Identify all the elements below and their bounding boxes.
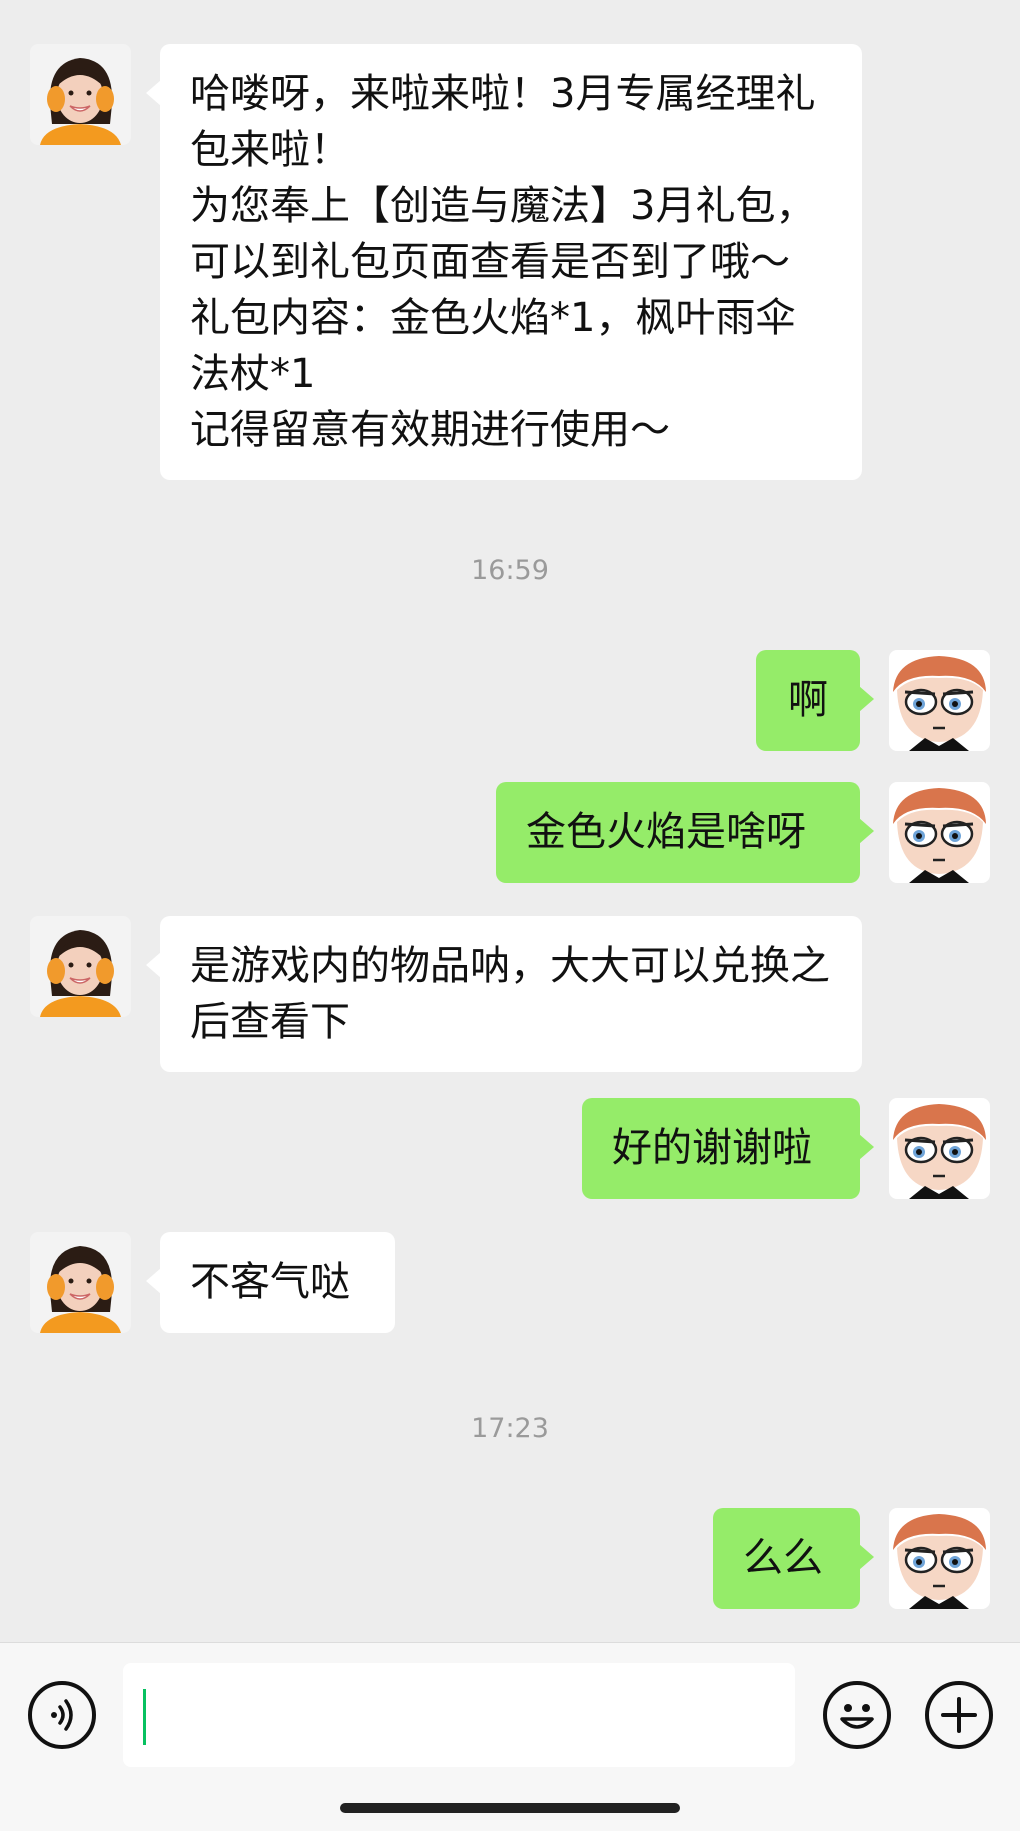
user-avatar[interactable] xyxy=(889,1508,990,1609)
message-input[interactable] xyxy=(123,1663,795,1767)
message-bubble-sent[interactable]: 金色火焰是啥呀 xyxy=(496,782,874,883)
user-avatar-image xyxy=(889,782,990,883)
timestamp: 17:23 xyxy=(471,1413,549,1444)
message-bubble-received[interactable]: 哈喽呀，来啦来啦！3月专属经理礼包来啦！ 为您奉上【创造与魔法】3月礼包，可以到… xyxy=(146,44,862,480)
user-avatar[interactable] xyxy=(889,650,990,751)
message-bubble-received[interactable]: 不客气哒 xyxy=(146,1232,395,1333)
input-bar xyxy=(0,1642,1020,1831)
user-avatar-image xyxy=(889,1508,990,1609)
user-avatar[interactable] xyxy=(889,782,990,883)
message-bubble-sent[interactable]: 啊 xyxy=(756,650,874,751)
plus-icon[interactable] xyxy=(925,1681,993,1749)
home-indicator[interactable] xyxy=(340,1803,680,1813)
agent-avatar[interactable] xyxy=(30,1232,131,1333)
emoji-icon-glyph xyxy=(840,1704,874,1729)
agent-avatar[interactable] xyxy=(30,44,131,145)
user-avatar-image xyxy=(889,1098,990,1199)
agent-avatar[interactable] xyxy=(30,916,131,1017)
timestamp: 16:59 xyxy=(471,555,549,586)
user-avatar-image xyxy=(889,650,990,751)
agent-avatar-image xyxy=(30,916,131,1017)
message-bubble-received[interactable]: 是游戏内的物品呐，大大可以兑换之后查看下 xyxy=(146,916,862,1072)
chat-history[interactable]: 哈喽呀，来啦来啦！3月专属经理礼包来啦！ 为您奉上【创造与魔法】3月礼包，可以到… xyxy=(0,0,1020,1642)
voice-icon[interactable] xyxy=(28,1681,96,1749)
message-bubble-sent[interactable]: 么么 xyxy=(713,1508,874,1609)
text-caret xyxy=(143,1689,146,1745)
agent-avatar-image xyxy=(30,1232,131,1333)
message-bubble-sent[interactable]: 好的谢谢啦 xyxy=(582,1098,874,1199)
emoji-icon[interactable] xyxy=(823,1681,891,1749)
user-avatar[interactable] xyxy=(889,1098,990,1199)
agent-avatar-image xyxy=(30,44,131,145)
plus-icon-glyph xyxy=(941,1697,977,1733)
voice-icon-glyph xyxy=(51,1699,73,1731)
